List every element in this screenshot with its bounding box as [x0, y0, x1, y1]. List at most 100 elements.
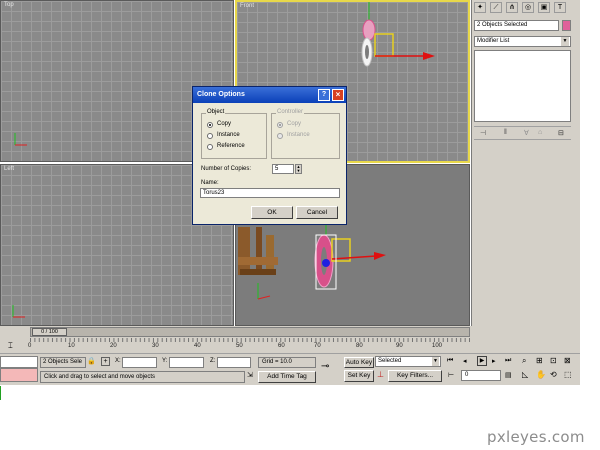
- key-mode-toggle-icon[interactable]: ⊢: [448, 371, 454, 379]
- pan-icon[interactable]: ✋: [536, 370, 546, 379]
- command-panel-tabs: ✦ ⟋ ⋔ ◎ ▣ T: [474, 2, 578, 15]
- axis-tripod-icon: [14, 133, 27, 146]
- object-copy-radio[interactable]: [207, 122, 213, 128]
- orbit-icon[interactable]: ⟲: [550, 370, 557, 379]
- viewport-top-label[interactable]: Top: [4, 2, 14, 8]
- x-label: X:: [115, 358, 121, 364]
- chevron-down-icon: ▼: [561, 37, 569, 46]
- hierarchy-tab-icon[interactable]: ⋔: [506, 2, 518, 13]
- controller-instance-radio[interactable]: [277, 133, 283, 139]
- tick-label: 60: [278, 343, 285, 349]
- configure-modifier-sets-icon[interactable]: ⊟: [558, 129, 564, 137]
- prompt-options-icon[interactable]: ⇲: [247, 371, 253, 379]
- zoom-icon[interactable]: ⌕: [522, 356, 526, 366]
- clone-options-dialog: Clone Options ? × Object Copy Instance R…: [192, 86, 347, 225]
- next-frame-icon[interactable]: ▸: [492, 357, 496, 365]
- close-button[interactable]: ×: [332, 89, 344, 101]
- zoom-all-icon[interactable]: ⊞: [536, 356, 543, 365]
- absolute-mode-icon[interactable]: +: [101, 357, 110, 366]
- pin-stack-icon[interactable]: ⊣: [480, 129, 486, 137]
- y-coordinate-input[interactable]: [169, 357, 204, 368]
- field-of-view-icon[interactable]: ◺: [522, 370, 528, 379]
- remove-modifier-icon[interactable]: ⌂: [538, 129, 542, 136]
- modifier-list-dropdown[interactable]: Modifier List ▼: [474, 36, 571, 47]
- object-instance-label: Instance: [217, 132, 240, 138]
- modifier-list-label: Modifier List: [477, 38, 510, 44]
- time-slider-track[interactable]: 0 / 100: [30, 327, 470, 337]
- set-key-button[interactable]: Set Key: [344, 370, 374, 382]
- object-reference-radio[interactable]: [207, 144, 213, 150]
- z-coordinate-input[interactable]: [217, 357, 251, 368]
- object-group: Object Copy Instance Reference: [201, 109, 267, 159]
- tick-label: 90: [396, 343, 403, 349]
- track-bar-ruler[interactable]: [30, 338, 470, 352]
- selection-status: 2 Objects Sele: [40, 357, 86, 368]
- controller-copy-label: Copy: [287, 121, 302, 127]
- object-instance-radio[interactable]: [207, 133, 213, 139]
- auto-key-button[interactable]: Auto Key: [344, 357, 374, 368]
- play-icon[interactable]: ▶: [477, 356, 487, 366]
- go-to-start-icon[interactable]: ⏮: [447, 357, 453, 365]
- name-label: Name:: [201, 180, 219, 186]
- chevron-down-icon: ▼: [432, 357, 439, 366]
- key-mode-dropdown[interactable]: Selected ▼: [375, 356, 441, 367]
- x-coordinate-input[interactable]: [122, 357, 157, 368]
- ok-button[interactable]: OK: [251, 206, 293, 219]
- tick-label: 70: [314, 343, 321, 349]
- tick-label: 10: [68, 343, 75, 349]
- tick-label: 80: [356, 343, 363, 349]
- utilities-tab-icon[interactable]: T: [554, 2, 566, 13]
- tick-label: 0: [28, 343, 32, 349]
- z-label: Z:: [210, 358, 216, 364]
- maxscript-output[interactable]: [0, 368, 38, 382]
- current-frame-input[interactable]: 0: [461, 370, 501, 381]
- key-icon[interactable]: ⊸: [321, 361, 329, 372]
- set-keys-icon[interactable]: ⊥: [377, 370, 384, 379]
- modifier-stack[interactable]: [474, 50, 571, 122]
- time-slider-thumb[interactable]: 0 / 100: [32, 328, 67, 336]
- zoom-extents-all-icon[interactable]: ⊠: [564, 356, 571, 365]
- watermark: pxleyes.com: [487, 428, 585, 446]
- axis-tripod-icon: [12, 305, 25, 318]
- selection-name-field[interactable]: 2 Objects Selected: [474, 20, 559, 31]
- right-margin: [580, 0, 600, 346]
- tick-label: 50: [236, 343, 243, 349]
- add-time-tag-button[interactable]: Add Time Tag: [258, 371, 316, 383]
- tick-label: 100: [432, 343, 443, 349]
- y-label: Y:: [162, 358, 168, 364]
- object-copy-label: Copy: [217, 121, 232, 127]
- go-to-end-icon[interactable]: ⏭: [505, 357, 511, 365]
- maximize-viewport-icon[interactable]: ⬚: [564, 370, 572, 379]
- clone-name-input[interactable]: Torus23: [200, 188, 340, 198]
- maxscript-listener[interactable]: [0, 356, 38, 368]
- controller-copy-radio[interactable]: [277, 122, 283, 128]
- edge-mark: [0, 386, 3, 400]
- create-tab-icon[interactable]: ✦: [474, 2, 486, 13]
- track-bar-toggle-icon[interactable]: ⌶: [8, 341, 13, 351]
- display-tab-icon[interactable]: ▣: [538, 2, 550, 13]
- make-unique-icon[interactable]: ∀: [524, 129, 529, 137]
- tick-label: 40: [194, 343, 201, 349]
- tick-label: 30: [152, 343, 159, 349]
- controller-group-title: Controller: [276, 109, 305, 115]
- viewport-left-label[interactable]: Left: [4, 166, 14, 172]
- tick-label: 20: [110, 343, 117, 349]
- copies-spinner-input[interactable]: 5: [272, 164, 294, 174]
- prompt-line: Click and drag to select and move object…: [40, 371, 245, 383]
- lock-icon[interactable]: 🔒: [87, 357, 96, 365]
- key-filters-button[interactable]: Key Filters...: [388, 370, 442, 382]
- copies-spinner-arrows-icon[interactable]: ▲ ▼: [295, 164, 302, 174]
- time-config-icon[interactable]: ▤: [505, 371, 512, 379]
- zoom-extents-icon[interactable]: ⊡: [550, 356, 557, 365]
- controller-instance-label: Instance: [287, 132, 310, 138]
- motion-tab-icon[interactable]: ◎: [522, 2, 534, 13]
- object-color-swatch[interactable]: [562, 20, 571, 31]
- object-reference-label: Reference: [217, 143, 245, 149]
- show-end-result-icon[interactable]: ‖: [504, 129, 507, 136]
- modify-tab-icon[interactable]: ⟋: [490, 2, 502, 13]
- cancel-button[interactable]: Cancel: [296, 206, 338, 219]
- key-mode-value: Selected: [378, 358, 402, 364]
- previous-frame-icon[interactable]: ◂: [463, 357, 467, 365]
- help-button[interactable]: ?: [318, 89, 330, 101]
- copies-label: Number of Copies:: [201, 166, 252, 172]
